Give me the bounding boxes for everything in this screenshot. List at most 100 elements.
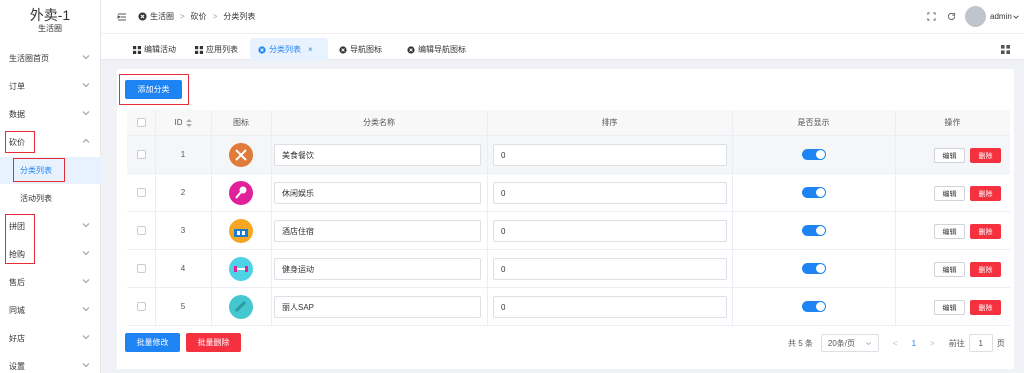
- chevron-down-icon: [82, 251, 90, 256]
- column-header-sort: 排序: [601, 118, 618, 127]
- next-page-icon[interactable]: >: [930, 339, 935, 348]
- sort-input[interactable]: 0: [493, 258, 727, 280]
- tab-edit-nav-icons[interactable]: 编辑导航图标: [399, 38, 474, 61]
- page-unit-label: 页: [996, 338, 1005, 348]
- category-name-input[interactable]: 健身运动: [274, 258, 481, 280]
- sidebar-item-after-sales[interactable]: 售后: [0, 269, 101, 295]
- tab-app-list[interactable]: 应用列表: [187, 38, 246, 61]
- sort-input[interactable]: 0: [493, 296, 727, 318]
- page-size-select[interactable]: 20条/页: [820, 334, 879, 352]
- chevron-down-icon: [82, 307, 90, 312]
- sidebar-item-same-city[interactable]: 同城: [0, 297, 101, 323]
- header-label: ID: [174, 118, 183, 127]
- add-category-button[interactable]: 添加分类: [125, 80, 182, 99]
- tab-close-icon[interactable]: ×: [308, 45, 313, 54]
- row-checkbox[interactable]: [127, 250, 155, 287]
- visible-switch[interactable]: [732, 250, 895, 287]
- column-header-id[interactable]: ID: [155, 110, 211, 135]
- app-title: 外卖-1: [29, 7, 71, 23]
- sidebar-item-orders[interactable]: 订单: [0, 73, 101, 99]
- table-row: 5 丽人SAP 0 编辑 删除: [127, 288, 1010, 326]
- sort-input[interactable]: 0: [493, 144, 727, 166]
- select-all-checkbox[interactable]: [127, 110, 155, 135]
- breadcrumb: 生活圈 > 砍价 > 分类列表: [138, 0, 255, 33]
- brand: 外卖-1 生活圈: [0, 0, 100, 40]
- tab-label: 导航图标: [350, 45, 382, 54]
- visible-switch[interactable]: [732, 212, 895, 249]
- chevron-up-icon: [82, 138, 90, 143]
- batch-delete-button[interactable]: 批量删除: [186, 333, 241, 352]
- sidebar-item-home[interactable]: 生活圈首页: [0, 45, 101, 71]
- visible-switch[interactable]: [732, 174, 895, 211]
- tab-category-list[interactable]: 分类列表 ×: [250, 38, 328, 61]
- tab-nav-icons[interactable]: 导航图标: [331, 38, 390, 61]
- prev-page-icon[interactable]: <: [893, 339, 898, 348]
- category-name-input[interactable]: 酒店住宿: [274, 220, 481, 242]
- page-size-value: 20条/页: [827, 338, 856, 348]
- column-divider: [211, 110, 212, 326]
- sidebar-item-label: 设置: [9, 361, 25, 371]
- breadcrumb-item[interactable]: 生活圈: [150, 11, 174, 22]
- row-checkbox[interactable]: [127, 212, 155, 249]
- tab-label: 应用列表: [206, 45, 238, 54]
- column-header-name: 分类名称: [363, 118, 395, 127]
- sidebar-item-label: 订单: [9, 81, 25, 91]
- table-row: 1 美食餐饮 0 编辑 删除: [127, 136, 1010, 174]
- tab-label: 编辑导航图标: [418, 45, 466, 54]
- column-divider: [155, 110, 156, 326]
- goto-label: 前往: [948, 338, 965, 348]
- edit-button[interactable]: 编辑: [934, 300, 965, 315]
- delete-button[interactable]: 删除: [970, 224, 1001, 239]
- sidebar-item-data[interactable]: 数据: [0, 101, 101, 127]
- delete-button[interactable]: 删除: [970, 148, 1001, 163]
- current-page[interactable]: 1: [912, 339, 916, 348]
- visible-switch[interactable]: [732, 136, 895, 173]
- row-checkbox[interactable]: [127, 288, 155, 325]
- category-name-input[interactable]: 丽人SAP: [274, 296, 481, 318]
- table-row: 4 健身运动 0 编辑 删除: [127, 250, 1010, 288]
- delete-button[interactable]: 删除: [970, 262, 1001, 277]
- sort-icon: [185, 118, 192, 127]
- edit-button[interactable]: 编辑: [934, 148, 965, 163]
- category-name-input[interactable]: 美食餐饮: [274, 144, 481, 166]
- visible-switch[interactable]: [732, 288, 895, 325]
- breadcrumb-item[interactable]: 砍价: [191, 11, 207, 22]
- chevron-down-icon: [82, 111, 90, 116]
- grid-menu-icon[interactable]: [1001, 38, 1010, 61]
- sidebar-item-good-shops[interactable]: 好店: [0, 325, 101, 351]
- close-circle-icon: [258, 45, 266, 54]
- goto-page-input[interactable]: 1: [968, 334, 993, 352]
- top-bar: 生活圈 > 砍价 > 分类列表 admin: [101, 0, 1024, 33]
- delete-button[interactable]: 删除: [970, 300, 1001, 315]
- chevron-down-icon: [82, 335, 90, 340]
- table-row: 2 休闲娱乐 0 编辑 删除: [127, 174, 1010, 212]
- edit-button[interactable]: 编辑: [934, 224, 965, 239]
- row-checkbox[interactable]: [127, 174, 155, 211]
- grid-icon: [133, 45, 141, 54]
- batch-edit-button[interactable]: 批量修改: [125, 333, 180, 352]
- highlight-box: [5, 214, 35, 264]
- sidebar-item-settings[interactable]: 设置: [0, 353, 101, 373]
- edit-button[interactable]: 编辑: [934, 262, 965, 277]
- category-name-input[interactable]: 休闲娱乐: [274, 182, 481, 204]
- avatar: [965, 6, 986, 27]
- sidebar-item-activity-list[interactable]: 活动列表: [0, 185, 101, 211]
- tab-edit-activity[interactable]: 编辑活动: [125, 38, 184, 61]
- breadcrumb-item: 分类列表: [223, 12, 256, 21]
- menu-fold-icon[interactable]: [117, 0, 127, 33]
- refresh-icon[interactable]: [947, 0, 956, 33]
- app-subtitle: 生活圈: [38, 24, 62, 33]
- chevron-down-icon: [1013, 15, 1019, 19]
- user-menu[interactable]: admin: [965, 0, 1020, 33]
- pager-total: 共 5 条: [788, 338, 813, 348]
- edit-button[interactable]: 编辑: [934, 186, 965, 201]
- sort-input[interactable]: 0: [493, 220, 727, 242]
- fullscreen-icon[interactable]: [927, 0, 936, 33]
- sort-input[interactable]: 0: [493, 182, 727, 204]
- grid-icon: [195, 45, 203, 54]
- sidebar-item-label: 生活圈首页: [9, 53, 49, 63]
- pagination: 共 5 条 20条/页 < 1 > 前往 1 页: [788, 333, 1005, 353]
- delete-button[interactable]: 删除: [970, 186, 1001, 201]
- row-checkbox[interactable]: [127, 136, 155, 173]
- microphone-icon: [211, 174, 271, 211]
